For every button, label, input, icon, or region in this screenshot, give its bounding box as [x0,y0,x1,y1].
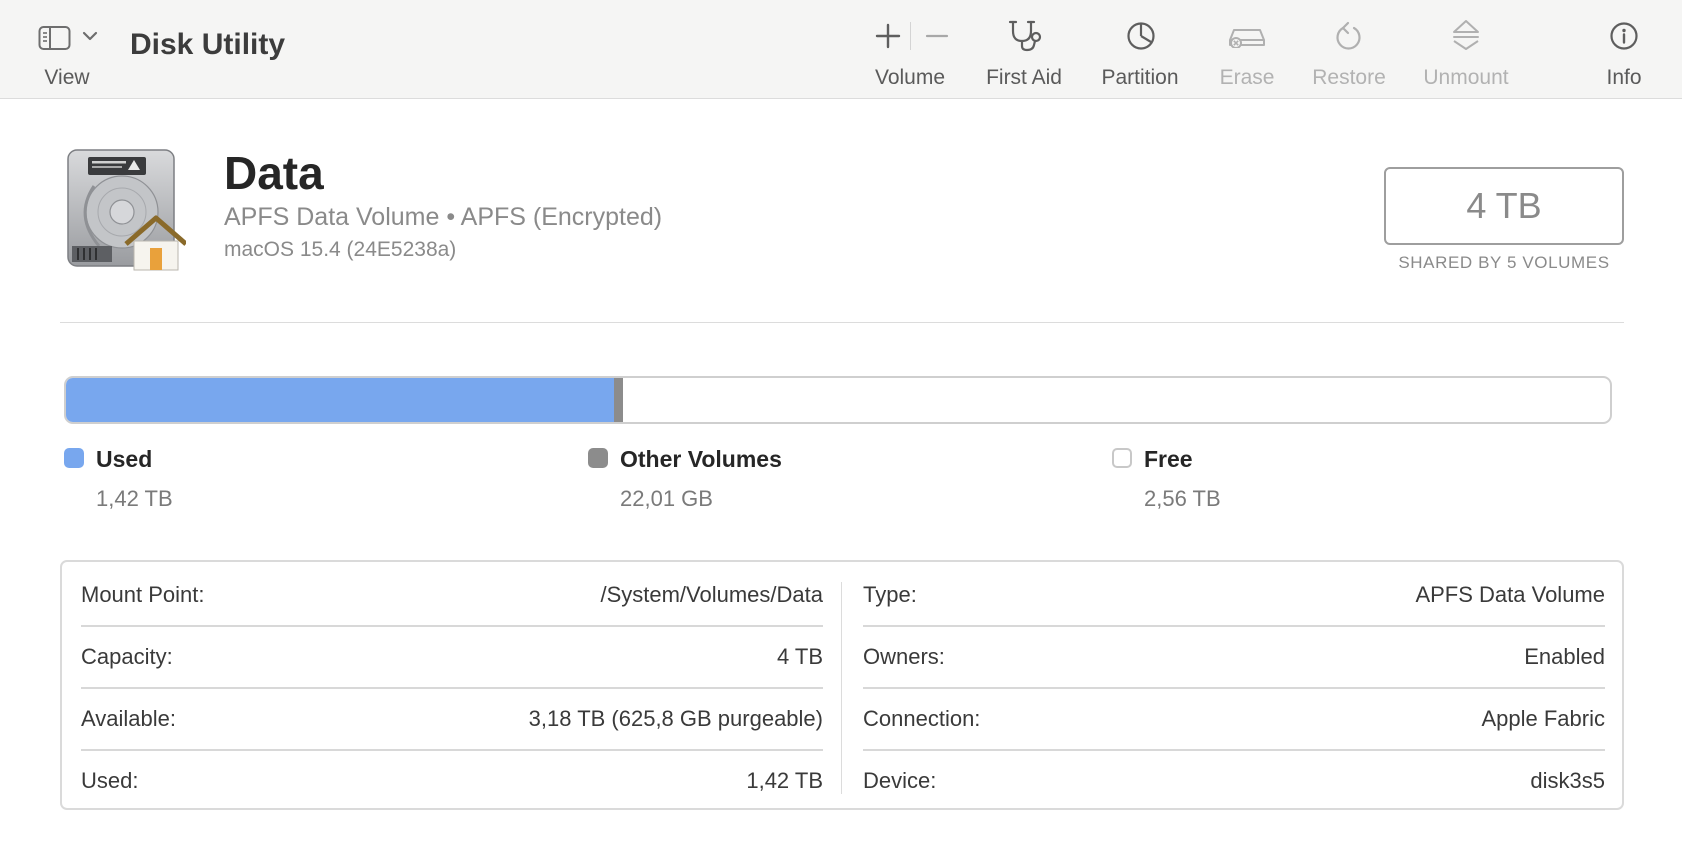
info-value: 3,18 TB (625,8 GB purgeable) [528,706,823,731]
unmount-label: Unmount [1423,66,1509,89]
volume-os-version: macOS 15.4 (24E5238a) [224,238,457,261]
toolbar: View Disk Utility Volume First Aid Parti… [0,0,1682,99]
info-key: Owners: [863,644,945,669]
info-key: Capacity: [81,644,173,669]
chevron-down-icon[interactable] [82,30,98,42]
info-value: APFS Data Volume [1415,582,1605,607]
unmount-button[interactable]: Unmount [1414,0,1518,99]
view-label: View [44,66,90,89]
erase-label: Erase [1219,66,1275,89]
info-value: Apple Fabric [1481,706,1605,731]
stethoscope-icon [1008,20,1042,52]
info-row-capacity: Capacity: 4 TB [81,624,823,689]
info-key: Available: [81,706,176,731]
first-aid-button[interactable]: First Aid [980,0,1068,99]
legend-used-value: 1,42 TB [96,486,173,511]
info-value: Enabled [1524,644,1605,669]
volume-type: APFS Data Volume • APFS (Encrypted) [224,203,663,231]
plus-icon[interactable] [874,22,902,50]
usage-used-segment [66,378,615,422]
info-row-mount-point: Mount Point: /System/Volumes/Data [81,562,823,627]
info-row-owners: Owners: Enabled [863,624,1605,689]
info-row-used: Used: 1,42 TB [81,748,823,810]
erase-disk-icon [1229,29,1265,48]
view-button[interactable]: View [30,0,110,99]
legend-other-value: 22,01 GB [620,486,713,511]
legend-free-name: Free [1144,446,1193,472]
info-key: Used: [81,768,139,793]
restore-label: Restore [1312,66,1386,89]
info-label: Info [1606,66,1642,89]
info-value: /System/Volumes/Data [600,582,823,607]
info-row-available: Available: 3,18 TB (625,8 GB purgeable) [81,686,823,751]
info-row-type: Type: APFS Data Volume [863,562,1605,627]
info-key: Mount Point: [81,582,205,607]
sidebar-icon [38,26,71,50]
restore-button[interactable]: Restore [1306,0,1390,99]
partition-button[interactable]: Partition [1094,0,1186,99]
shared-volumes-label: SHARED BY 5 VOLUMES [1398,253,1610,272]
info-button[interactable]: Info [1594,0,1654,99]
used-swatch [64,448,84,468]
info-key: Connection: [863,706,981,731]
capacity-box: 4 TB [1384,167,1624,245]
volume-name: Data [224,147,324,199]
partition-label: Partition [1101,66,1179,89]
header-divider [60,322,1624,323]
column-divider [841,582,842,794]
minus-icon[interactable] [924,22,950,50]
info-value: 1,42 TB [746,768,823,793]
other-volumes-swatch [588,448,608,468]
pie-chart-icon [1127,22,1155,50]
free-swatch [1112,448,1132,468]
usage-other-segment [614,378,623,422]
hard-drive-home-icon [67,149,186,271]
erase-button[interactable]: Erase [1212,0,1282,99]
legend-other-name: Other Volumes [620,446,782,472]
info-key: Type: [863,582,917,607]
first-aid-label: First Aid [986,66,1062,89]
app-title: Disk Utility [130,28,286,61]
info-value: 4 TB [776,644,823,669]
info-icon [1610,22,1638,50]
legend-used-name: Used [96,446,153,472]
restore-arrow-icon [1336,21,1361,50]
info-table: Mount Point: /System/Volumes/Data Capaci… [60,560,1624,810]
info-key: Device: [863,768,937,793]
info-row-device: Device: disk3s5 [863,748,1605,810]
eject-icon [1453,20,1479,50]
volume-label: Volume [874,66,946,89]
info-value: disk3s5 [1530,768,1605,793]
usage-bar [64,376,1612,424]
toolbar-separator [910,22,911,50]
legend-free-value: 2,56 TB [1144,486,1221,511]
info-row-connection: Connection: Apple Fabric [863,686,1605,751]
